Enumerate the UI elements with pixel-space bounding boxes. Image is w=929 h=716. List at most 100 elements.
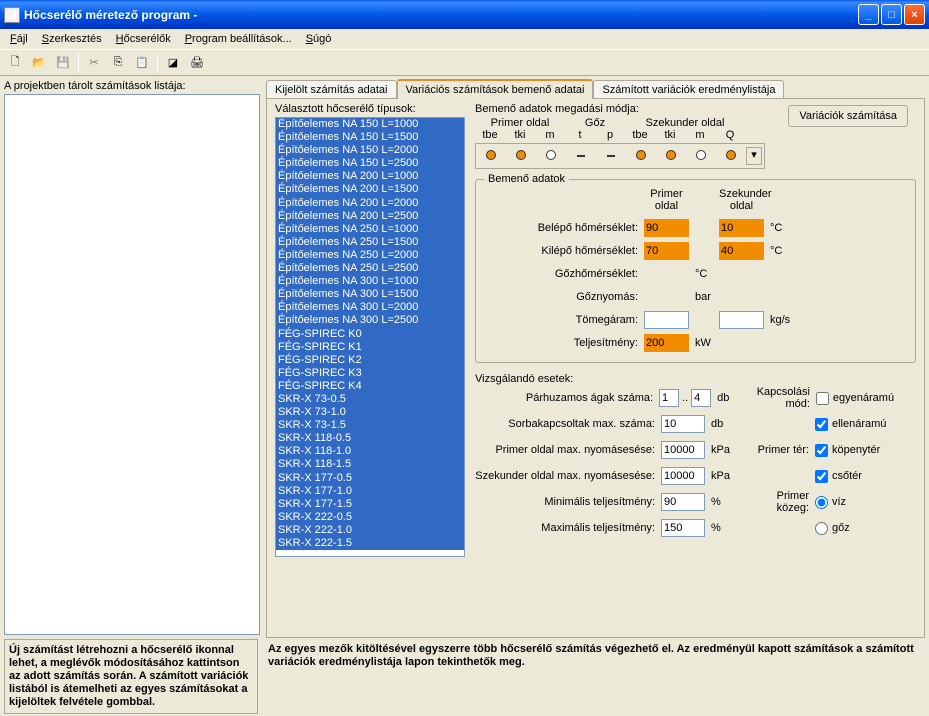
list-item[interactable]: FÉG-SPIREC K2: [276, 354, 464, 367]
lbl-telj: Teljesítmény:: [484, 337, 644, 349]
toolbar: 🗋 📂 💾 ✂ ⎘ 📋 ◪ 🖨: [0, 49, 929, 76]
menu-help[interactable]: Súgó: [300, 31, 338, 47]
new-button[interactable]: 🗋: [4, 52, 26, 74]
inp-tomeg-szek[interactable]: [719, 311, 764, 329]
list-item[interactable]: Építőelemes NA 200 L=1000: [276, 170, 464, 183]
head-primer: Primer oldal: [475, 117, 565, 129]
window-title: Hőcserélő méretező program -: [24, 8, 858, 22]
list-item[interactable]: SKR-X 177-1.0: [276, 485, 464, 498]
copy-button[interactable]: ⎘: [107, 52, 129, 74]
inp-belepo-primer[interactable]: [644, 219, 689, 237]
list-item[interactable]: SKR-X 73-0.5: [276, 393, 464, 406]
list-item[interactable]: Építőelemes NA 300 L=2500: [276, 314, 464, 327]
list-item[interactable]: FÉG-SPIREC K1: [276, 341, 464, 354]
inp-tomeg-primer[interactable]: [644, 311, 689, 329]
input-data-fieldset: Bemenő adatok Primeroldal Szekunderoldal…: [475, 179, 916, 363]
list-item[interactable]: Építőelemes NA 150 L=1500: [276, 131, 464, 144]
hint-left: Új számítást létrehozni a hőcserélő ikon…: [4, 639, 258, 714]
title-bar: ◪ Hőcserélő méretező program - _ □ ×: [0, 0, 929, 29]
inp-sorba[interactable]: [661, 415, 705, 433]
list-item[interactable]: Építőelemes NA 300 L=1500: [276, 288, 464, 301]
col-szekunder: Szekunderoldal: [719, 188, 764, 212]
inp-belepo-szek[interactable]: [719, 219, 764, 237]
mode-dot: [666, 150, 676, 160]
hint-right: Az egyes mezők kitöltésével egyszerre tö…: [264, 639, 925, 714]
lbl-belepo: Belépő hőmérséklet:: [484, 222, 644, 234]
lbl-max-telj: Maximális teljesítmény:: [475, 522, 661, 534]
list-item[interactable]: SKR-X 118-0.5: [276, 432, 464, 445]
list-item[interactable]: SKR-X 118-1.0: [276, 445, 464, 458]
mode-dot: [546, 150, 556, 160]
tab-variation-input[interactable]: Variációs számítások bemenő adatai: [397, 79, 594, 99]
cut-button[interactable]: ✂: [83, 52, 105, 74]
list-item[interactable]: Építőelemes NA 250 L=1000: [276, 223, 464, 236]
chk-ellen[interactable]: [815, 418, 828, 431]
list-item[interactable]: FÉG-SPIREC K3: [276, 367, 464, 380]
list-item[interactable]: SKR-X 177-1.5: [276, 498, 464, 511]
list-item[interactable]: Építőelemes NA 250 L=2500: [276, 262, 464, 275]
list-item[interactable]: Építőelemes NA 250 L=2000: [276, 249, 464, 262]
inp-parhuz-to[interactable]: [691, 389, 711, 407]
list-item[interactable]: SKR-X 73-1.0: [276, 406, 464, 419]
list-item[interactable]: SKR-X 222-1.0: [276, 524, 464, 537]
tab-results[interactable]: Számított variációk eredménylistája: [593, 80, 784, 100]
inp-min-telj[interactable]: [661, 493, 705, 511]
inp-kilepo-szek[interactable]: [719, 242, 764, 260]
exam-title: Vizsgálandó esetek:: [475, 373, 916, 385]
lbl-tomeg: Tömegáram:: [484, 314, 644, 326]
list-item[interactable]: SKR-X 73-1.5: [276, 419, 464, 432]
rad-goz[interactable]: [815, 522, 828, 535]
tab-selected-data[interactable]: Kijelölt számítás adatai: [266, 80, 397, 100]
menu-settings[interactable]: Program beállítások...: [179, 31, 298, 47]
chk-kopeny[interactable]: [815, 444, 828, 457]
mode-dot: [696, 150, 706, 160]
mode-dot: [486, 150, 496, 160]
list-item[interactable]: Építőelemes NA 150 L=2000: [276, 144, 464, 157]
menu-edit[interactable]: Szerkesztés: [36, 31, 108, 47]
print-button[interactable]: 🖨: [186, 52, 208, 74]
mode-dot: [516, 150, 526, 160]
close-button[interactable]: ×: [904, 4, 925, 25]
hx-icon-button[interactable]: ◪: [162, 52, 184, 74]
types-listbox[interactable]: Építőelemes NA 150 L=1000Építőelemes NA …: [275, 117, 465, 557]
minimize-button[interactable]: _: [858, 4, 879, 25]
save-button[interactable]: 💾: [52, 52, 74, 74]
list-item[interactable]: SKR-X 118-1.5: [276, 458, 464, 471]
list-item[interactable]: SKR-X 222-0.5: [276, 511, 464, 524]
open-button[interactable]: 📂: [28, 52, 50, 74]
list-item[interactable]: Építőelemes NA 200 L=2000: [276, 197, 464, 210]
list-item[interactable]: FÉG-SPIREC K4: [276, 380, 464, 393]
inp-szek-nyom[interactable]: [661, 467, 705, 485]
mode-dropdown-button[interactable]: ▾: [746, 147, 762, 165]
list-item[interactable]: Építőelemes NA 300 L=1000: [276, 275, 464, 288]
lbl-kilepo: Kilépő hőmérséklet:: [484, 245, 644, 257]
list-item[interactable]: FÉG-SPIREC K0: [276, 328, 464, 341]
calc-list[interactable]: [4, 94, 260, 635]
list-item[interactable]: Építőelemes NA 300 L=2000: [276, 301, 464, 314]
lbl-szek-nyom: Szekunder oldal max. nyomásesése:: [475, 470, 661, 482]
list-item[interactable]: SKR-X 177-0.5: [276, 472, 464, 485]
list-item[interactable]: Építőelemes NA 250 L=1500: [276, 236, 464, 249]
paste-button[interactable]: 📋: [131, 52, 153, 74]
list-item[interactable]: Építőelemes NA 150 L=1000: [276, 118, 464, 131]
list-item[interactable]: SKR-X 222-1.5: [276, 537, 464, 550]
menu-hx[interactable]: Hőcserélők: [110, 31, 177, 47]
inp-telj[interactable]: [644, 334, 689, 352]
chk-egyen[interactable]: [816, 392, 829, 405]
inp-kilepo-primer[interactable]: [644, 242, 689, 260]
chk-csoter[interactable]: [815, 470, 828, 483]
rad-viz[interactable]: [815, 496, 828, 509]
head-szekunder: Szekunder oldal: [625, 117, 745, 129]
lbl-primer-kozeg: Primer közeg:: [751, 490, 815, 514]
menu-file[interactable]: Fájl: [4, 31, 34, 47]
calculate-button[interactable]: Variációk számítása: [788, 105, 908, 127]
inp-primer-nyom[interactable]: [661, 441, 705, 459]
mode-selector[interactable]: ▾: [475, 143, 765, 169]
inp-parhuz-from[interactable]: [659, 389, 679, 407]
list-item[interactable]: Építőelemes NA 200 L=1500: [276, 183, 464, 196]
list-item[interactable]: Építőelemes NA 200 L=2500: [276, 210, 464, 223]
calc-list-label: A projektben tárolt számítások listája:: [4, 78, 260, 94]
inp-max-telj[interactable]: [661, 519, 705, 537]
maximize-button[interactable]: □: [881, 4, 902, 25]
list-item[interactable]: Építőelemes NA 150 L=2500: [276, 157, 464, 170]
